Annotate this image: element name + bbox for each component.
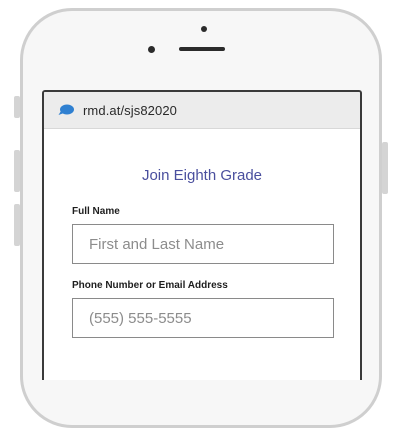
volume-down-button [14, 204, 20, 246]
address-bar[interactable]: rmd.at/sjs82020 [44, 92, 360, 129]
front-camera-icon [201, 26, 207, 32]
phone-or-email-input[interactable] [89, 309, 319, 327]
full-name-field[interactable] [72, 224, 334, 264]
url-text: rmd.at/sjs82020 [83, 102, 177, 118]
earpiece-speaker [179, 47, 225, 51]
contact-field[interactable] [72, 298, 334, 338]
contact-label: Phone Number or Email Address [72, 280, 228, 291]
page-title: Join Eighth Grade [141, 167, 263, 184]
mute-switch [14, 96, 20, 118]
volume-up-button [14, 150, 20, 192]
full-name-input[interactable] [89, 235, 319, 253]
full-name-label: Full Name [72, 206, 120, 217]
join-form: Join Eighth Grade Full Name Phone Number… [44, 167, 360, 338]
power-button [382, 142, 388, 194]
phone-screen: rmd.at/sjs82020 Join Eighth Grade Full N… [42, 90, 362, 380]
chat-bubble-icon [58, 104, 74, 115]
proximity-sensor-icon [148, 46, 155, 53]
